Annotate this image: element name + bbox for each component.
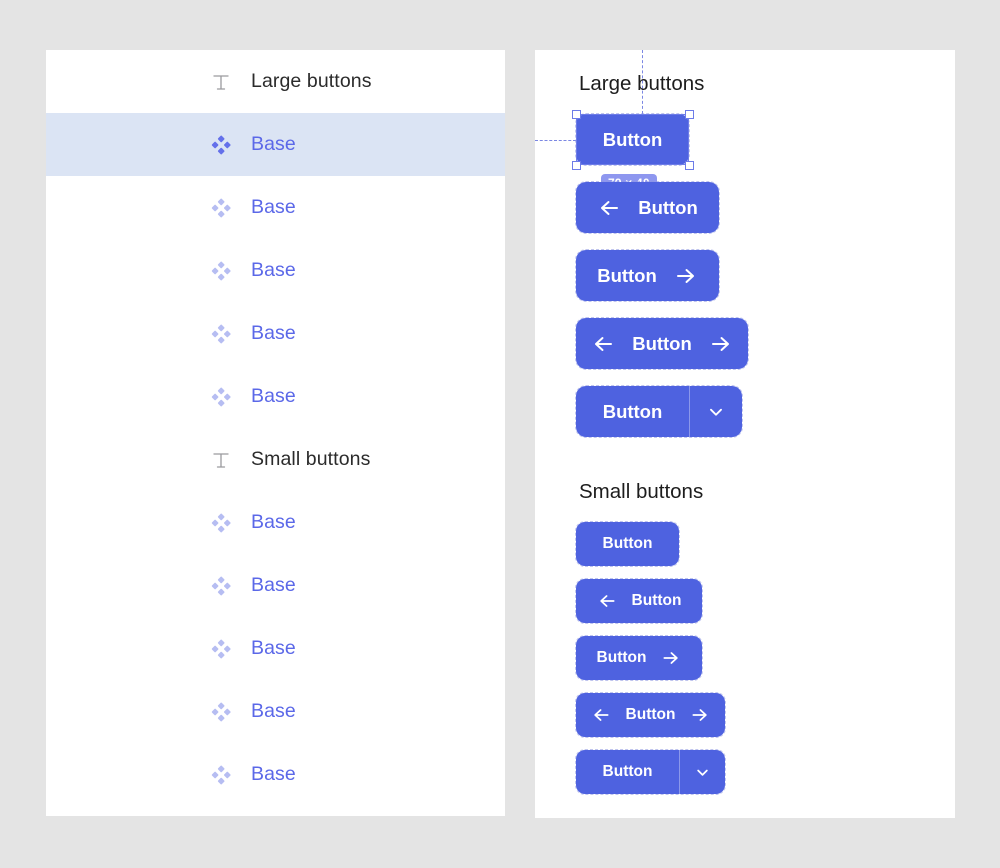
- large-button-4[interactable]: Button: [575, 317, 749, 370]
- layer-label: Small buttons: [251, 448, 371, 470]
- split-button-caret[interactable]: [680, 750, 725, 794]
- arrow-right-icon: [709, 332, 733, 356]
- split-button-caret[interactable]: [690, 386, 742, 437]
- layer-row-small-buttons[interactable]: Small buttons: [46, 428, 505, 491]
- selection-handle-bottom-left[interactable]: [571, 160, 581, 170]
- selection-handle-top-left[interactable]: [571, 109, 581, 119]
- button-label: Button: [602, 535, 653, 552]
- layer-row-base-8[interactable]: Base: [46, 617, 505, 680]
- layer-label: Base: [251, 574, 296, 596]
- layer-row-base-6[interactable]: Base: [46, 491, 505, 554]
- chevron-down-icon: [705, 401, 727, 423]
- button-label: Button: [597, 264, 657, 286]
- layer-label: Base: [251, 196, 296, 218]
- layer-row-base-10[interactable]: Base: [46, 743, 505, 806]
- button-label: Button: [638, 196, 698, 218]
- component-icon: [210, 134, 232, 156]
- component-icon: [210, 575, 232, 597]
- small-button-2[interactable]: Button: [575, 578, 703, 624]
- large-button-1[interactable]: Button: [575, 113, 690, 166]
- selection-handle-top-right[interactable]: [684, 109, 694, 119]
- button-label: Button: [602, 400, 663, 422]
- component-icon: [210, 323, 232, 345]
- canvas-panel: Large buttons Button 79 × 40 Button Butt…: [535, 50, 955, 818]
- small-button-4[interactable]: Button: [575, 692, 726, 738]
- small-button-5-split[interactable]: Button: [575, 749, 726, 795]
- layer-label: Base: [251, 763, 296, 785]
- selection-handle-bottom-right[interactable]: [684, 160, 694, 170]
- layer-label: Base: [251, 637, 296, 659]
- large-button-3[interactable]: Button: [575, 249, 720, 302]
- chevron-down-icon: [693, 763, 712, 782]
- layer-label: Large buttons: [251, 70, 372, 92]
- split-button-main[interactable]: Button: [576, 386, 689, 437]
- split-button-main[interactable]: Button: [576, 750, 679, 794]
- button-label: Button: [632, 332, 692, 354]
- section-title-large-buttons: Large buttons: [579, 72, 705, 95]
- arrow-left-icon: [591, 332, 615, 356]
- layer-row-large-buttons[interactable]: Large buttons: [46, 50, 505, 113]
- arrow-right-icon: [674, 264, 698, 288]
- app-root: Large buttons Base Base Base Base Base S…: [0, 0, 1000, 868]
- text-icon: [210, 71, 232, 93]
- component-icon: [210, 260, 232, 282]
- layer-label: Base: [251, 511, 296, 533]
- large-button-2[interactable]: Button: [575, 181, 720, 234]
- component-icon: [210, 512, 232, 534]
- component-icon: [210, 197, 232, 219]
- button-label: Button: [602, 128, 663, 150]
- layer-label: Base: [251, 322, 296, 344]
- text-icon: [210, 449, 232, 471]
- layer-row-base-7[interactable]: Base: [46, 554, 505, 617]
- layer-label: Base: [251, 259, 296, 281]
- layer-label: Base: [251, 385, 296, 407]
- component-icon: [210, 701, 232, 723]
- button-label: Button: [596, 649, 647, 666]
- arrow-left-icon: [597, 196, 621, 220]
- layer-row-base-2[interactable]: Base: [46, 176, 505, 239]
- layer-row-base-3[interactable]: Base: [46, 239, 505, 302]
- component-icon: [210, 764, 232, 786]
- layer-row-base-5[interactable]: Base: [46, 365, 505, 428]
- arrow-left-icon: [591, 705, 611, 725]
- button-label: Button: [602, 763, 653, 780]
- button-label: Button: [625, 706, 676, 723]
- small-button-3[interactable]: Button: [575, 635, 703, 681]
- button-label: Button: [631, 592, 682, 609]
- layer-row-base-1[interactable]: Base: [46, 113, 505, 176]
- arrow-right-icon: [661, 648, 681, 668]
- layer-row-base-4[interactable]: Base: [46, 302, 505, 365]
- large-button-5-split[interactable]: Button: [575, 385, 743, 438]
- arrow-left-icon: [597, 591, 617, 611]
- component-icon: [210, 638, 232, 660]
- component-icon: [210, 386, 232, 408]
- section-title-small-buttons: Small buttons: [579, 480, 704, 503]
- layer-label: Base: [251, 133, 296, 155]
- small-button-1[interactable]: Button: [575, 521, 680, 567]
- layers-panel: Large buttons Base Base Base Base Base S…: [46, 50, 505, 816]
- layer-label: Base: [251, 700, 296, 722]
- layer-row-base-9[interactable]: Base: [46, 680, 505, 743]
- alignment-guide-horizontal: [535, 140, 576, 141]
- arrow-right-icon: [690, 705, 710, 725]
